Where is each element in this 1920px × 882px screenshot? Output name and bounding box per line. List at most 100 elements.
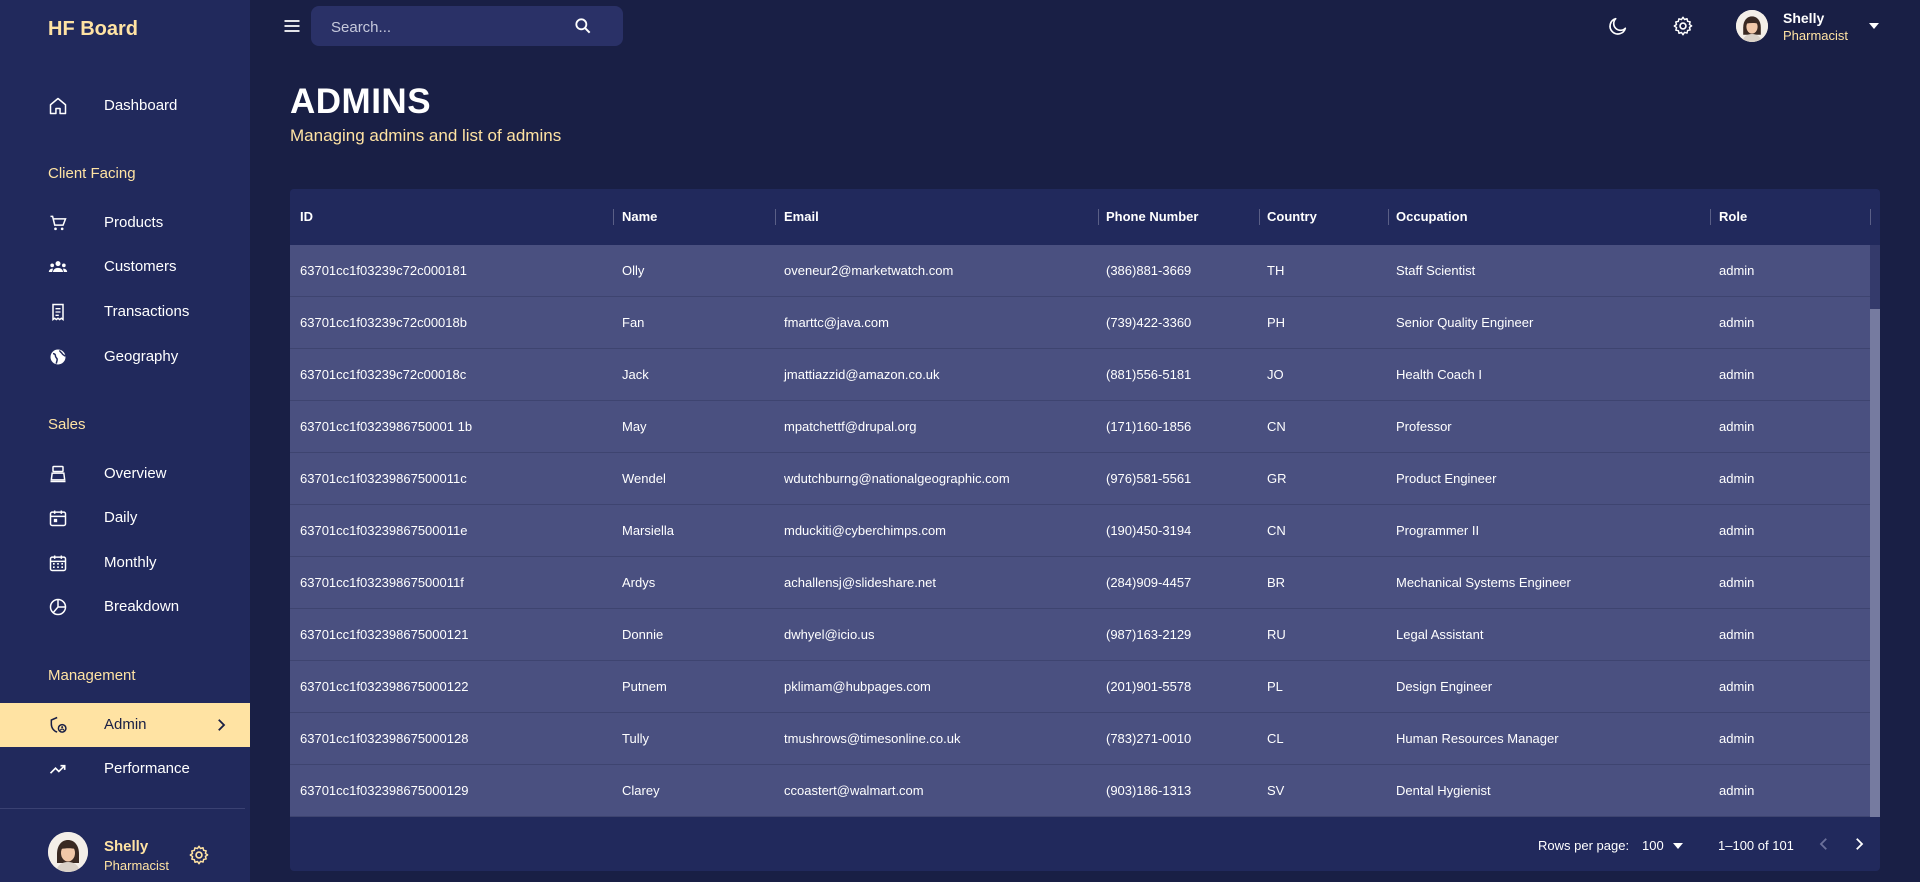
user-name: Shelly xyxy=(1783,10,1825,26)
table-row[interactable]: 63701cc1f03239867500011f Ardys achallensj@… xyxy=(290,557,1870,609)
cell-role: admin xyxy=(1719,315,1755,330)
pagination-range: 1–100 of 101 xyxy=(1718,838,1794,853)
cell-id: 63701cc1f032398675000122 xyxy=(300,679,469,694)
column-header-role[interactable]: Role xyxy=(1719,209,1747,224)
table-row[interactable]: 63701cc1f03239c72c00018c Jack jmattiazzid@… xyxy=(290,349,1870,401)
chevron-left-icon[interactable] xyxy=(1815,835,1833,853)
sidebar-item-geography[interactable]: Geography xyxy=(0,335,250,379)
group-icon xyxy=(48,261,68,272)
sidebar-item-overview[interactable]: Overview xyxy=(0,452,250,496)
cell-role: admin xyxy=(1719,627,1755,642)
cell-role: admin xyxy=(1719,367,1755,382)
column-header-id[interactable]: ID xyxy=(300,209,313,224)
cell-phone: (171)160-1856 xyxy=(1106,419,1192,434)
table-row[interactable]: 63701cc1f03239867500011c Wendel wdutchburn… xyxy=(290,453,1870,505)
menu-icon[interactable] xyxy=(282,16,302,36)
cell-country: RU xyxy=(1267,627,1286,642)
sidebar-item-label: Breakdown xyxy=(104,598,180,615)
user-menu[interactable]: Shelly Pharmacist xyxy=(1736,10,1886,46)
column-separator[interactable] xyxy=(613,209,614,225)
table-row[interactable]: 63701cc1f032398675000129 Clarey ccoastert@… xyxy=(290,765,1870,817)
receipt-icon xyxy=(52,303,64,321)
cell-id: 63701cc1f03239c72c00018c xyxy=(300,367,467,382)
sidebar-item-dashboard[interactable]: Dashboard xyxy=(0,84,250,128)
cell-country: PH xyxy=(1267,315,1286,330)
cell-email: dwhyel@icio.us xyxy=(784,627,875,642)
settings-icon[interactable] xyxy=(1672,15,1694,37)
cell-phone: (987)163-2129 xyxy=(1106,627,1192,642)
cell-occupation: Professor xyxy=(1396,419,1452,434)
table-row[interactable]: 63701cc1f03239c72c00018b Fan fmarttc@java.… xyxy=(290,297,1870,349)
chevron-right-icon[interactable] xyxy=(1850,835,1868,853)
avatar[interactable] xyxy=(48,832,88,872)
sidebar-divider xyxy=(0,808,245,809)
globe-icon xyxy=(50,349,67,365)
sidebar-item-products[interactable]: Products xyxy=(0,201,250,245)
table-footer: Rows per page: 100 1–100 of 101 xyxy=(290,817,1880,871)
sidebar-item-transactions[interactable]: Transactions xyxy=(0,290,250,334)
cell-phone: (386)881-3669 xyxy=(1106,263,1192,278)
brand-logo[interactable]: HF Board xyxy=(48,18,138,41)
cell-occupation: Design Engineer xyxy=(1396,679,1493,694)
sidebar-item-label: Geography xyxy=(104,348,179,365)
cell-occupation: Legal Assistant xyxy=(1396,627,1484,642)
column-separator[interactable] xyxy=(1259,209,1260,225)
cell-country: CL xyxy=(1267,731,1284,746)
cell-phone: (739)422-3360 xyxy=(1106,315,1192,330)
cell-role: admin xyxy=(1719,471,1755,486)
sidebar-item-breakdown[interactable]: Breakdown xyxy=(0,585,250,629)
cell-email: achallensj@slideshare.net xyxy=(784,575,936,590)
cell-occupation: Staff Scientist xyxy=(1396,263,1476,278)
sidebar-item-label: Transactions xyxy=(104,303,190,320)
cell-name: Jack xyxy=(622,367,649,382)
sidebar-item-label: Monthly xyxy=(104,554,157,571)
sidebar-item-daily[interactable]: Daily xyxy=(0,496,250,540)
scrollbar-thumb[interactable] xyxy=(1870,309,1880,817)
cell-name: Marsiella xyxy=(622,523,675,538)
column-separator[interactable] xyxy=(1710,209,1711,225)
column-separator[interactable] xyxy=(1870,209,1871,225)
admin-icon xyxy=(50,716,67,733)
admins-table: ID Name Email Phone Number Country Occup… xyxy=(290,189,1880,871)
cell-role: admin xyxy=(1719,523,1755,538)
cell-phone: (783)271-0010 xyxy=(1106,731,1192,746)
caret-down-icon[interactable] xyxy=(1673,843,1683,849)
table-row[interactable]: 63701cc1f032398675000122 Putnem pklimam@hu… xyxy=(290,661,1870,713)
search-input[interactable] xyxy=(329,6,583,48)
cell-id: 63701cc1f03239867500011f xyxy=(300,575,464,590)
cell-occupation: Mechanical Systems Engineer xyxy=(1396,575,1571,590)
sidebar-item-monthly[interactable]: Monthly xyxy=(0,541,250,585)
cell-country: BR xyxy=(1267,575,1286,590)
cell-name: Wendel xyxy=(622,471,666,486)
table-row[interactable]: 63701cc1f032398675000128 Tully tmushrows@t… xyxy=(290,713,1870,765)
sidebar-item-customers[interactable]: Customers xyxy=(0,245,250,289)
page-title: ADMINS xyxy=(290,82,432,121)
pie-chart-icon xyxy=(49,598,67,616)
column-separator[interactable] xyxy=(1098,209,1099,225)
rows-per-page-select[interactable]: 100 xyxy=(1642,838,1664,853)
table-row[interactable]: 63701cc1f032398675000121 Donnie dwhyel@ici… xyxy=(290,609,1870,661)
table-scrollbar[interactable] xyxy=(1870,245,1880,817)
table-row[interactable]: 63701cc1f03239c72c000181 Olly oveneur2@mar… xyxy=(290,245,1870,297)
sidebar-item-admin[interactable]: Admin xyxy=(0,703,250,747)
sidebar-item-label: Performance xyxy=(104,760,190,777)
table-row[interactable]: 63701cc1f03239867500011e Marsiella mduckit… xyxy=(290,505,1870,557)
gear-icon[interactable] xyxy=(188,844,210,866)
cell-name: May xyxy=(622,419,647,434)
table-header: ID Name Email Phone Number Country Occup… xyxy=(290,189,1880,245)
column-separator[interactable] xyxy=(1388,209,1389,225)
cell-role: admin xyxy=(1719,575,1755,590)
cell-email: mduckiti@cyberchimps.com xyxy=(784,523,947,538)
calendar-month-icon xyxy=(49,555,67,572)
column-header-phone[interactable]: Phone Number xyxy=(1106,209,1198,224)
column-header-occupation[interactable]: Occupation xyxy=(1396,209,1468,224)
table-row[interactable]: 63701cc1f0323986750001 1b May mpatchettf@d… xyxy=(290,401,1870,453)
column-separator[interactable] xyxy=(775,209,776,225)
search-icon[interactable] xyxy=(573,16,593,36)
dark-mode-icon[interactable] xyxy=(1607,15,1629,37)
column-header-country[interactable]: Country xyxy=(1267,209,1317,224)
column-header-email[interactable]: Email xyxy=(784,209,819,224)
cell-email: mpatchettf@drupal.org xyxy=(784,419,917,434)
column-header-name[interactable]: Name xyxy=(622,209,657,224)
sidebar-item-performance[interactable]: Performance xyxy=(0,747,250,791)
